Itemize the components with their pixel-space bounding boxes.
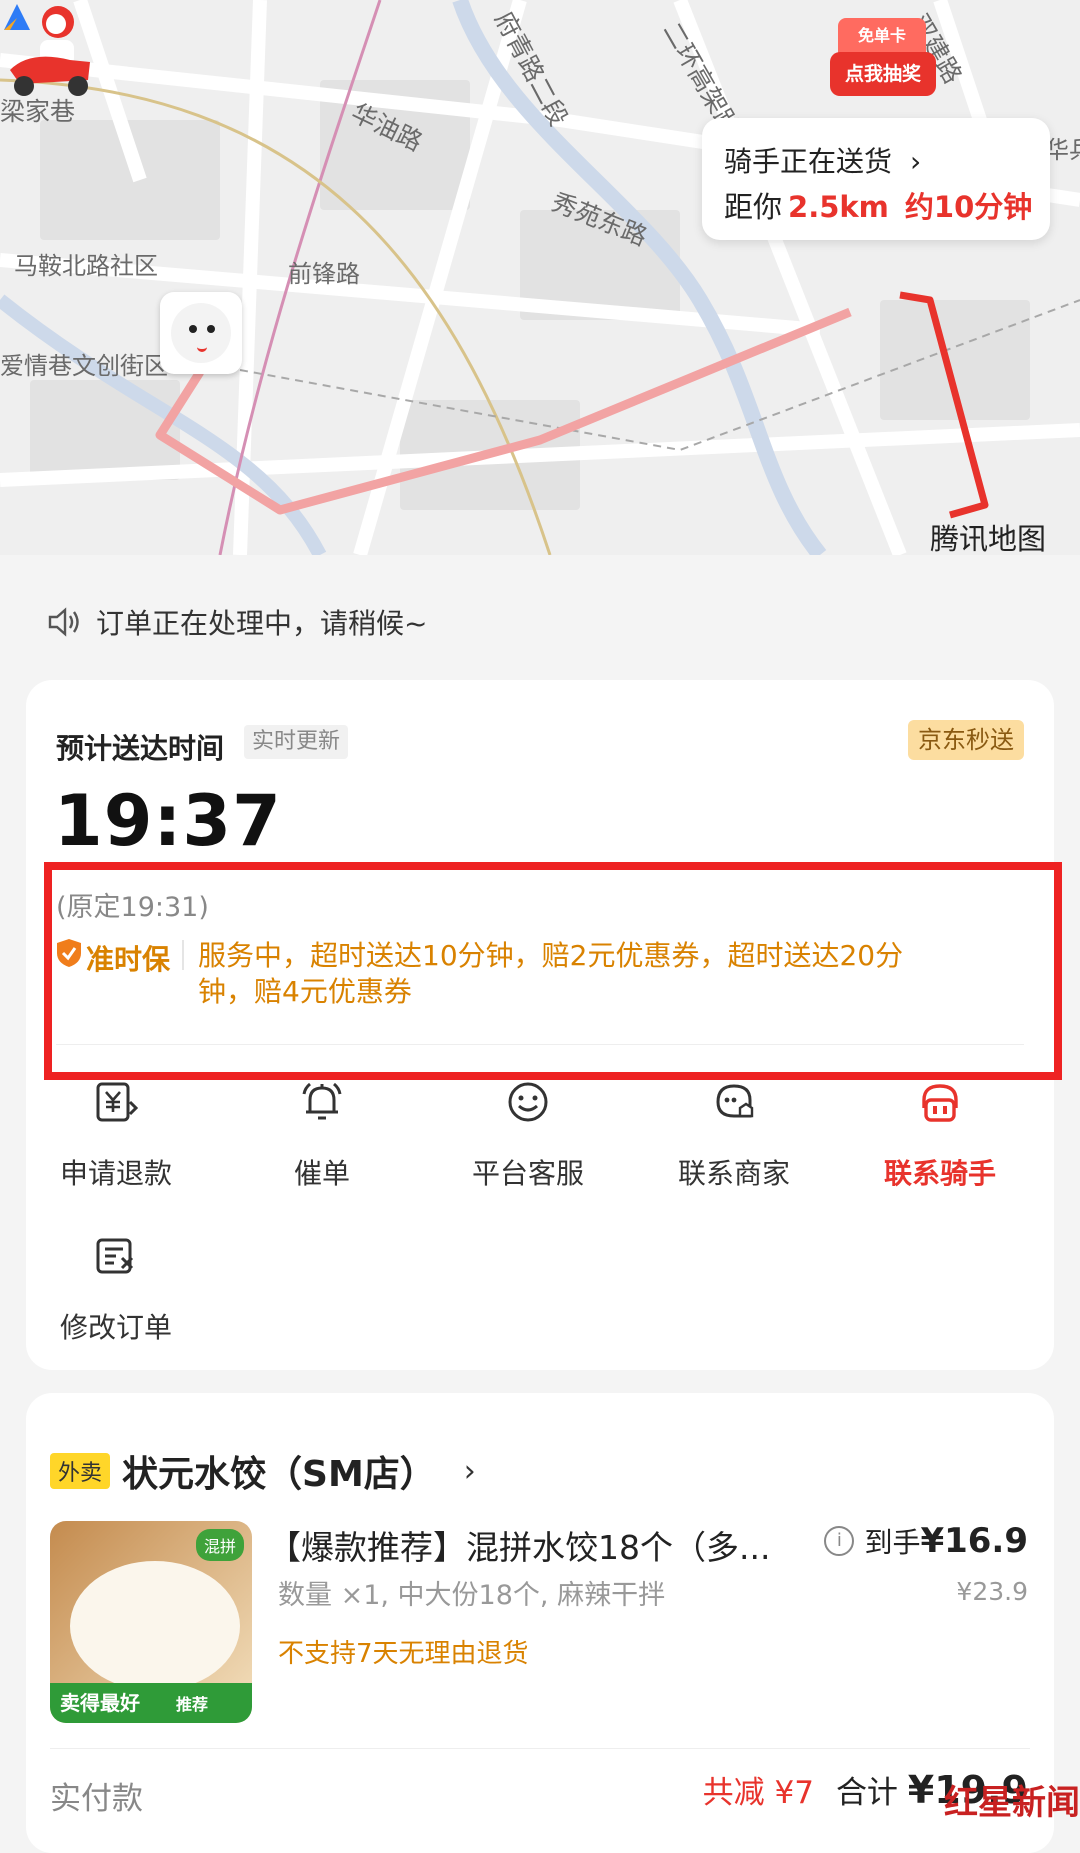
eta-time: 19:37 bbox=[54, 780, 282, 862]
bell-icon bbox=[302, 1082, 342, 1120]
refund-icon bbox=[96, 1082, 138, 1122]
refund-button[interactable]: 申请退款 bbox=[26, 1072, 206, 1192]
food-image[interactable]: 混拼 卖得最好 推荐 bbox=[50, 1521, 252, 1723]
net-price-value: ¥16.9 bbox=[920, 1521, 1028, 1561]
eta-label: 预计送达时间 bbox=[56, 732, 225, 765]
net-price[interactable]: i 到手 ¥16.9 bbox=[824, 1521, 1028, 1561]
order-item-card: 外卖 状元水饺（SM店） › 混拼 卖得最好 推荐 【爆款推荐】混拼水饺18个（多… bbox=[26, 1393, 1054, 1853]
rider-eta: 约10分钟 bbox=[904, 190, 1033, 224]
paid-label: 实付款 bbox=[50, 1781, 143, 1817]
delivery-brand-tag: 京东秒送 bbox=[908, 720, 1024, 760]
return-policy: 不支持7天无理由退货 bbox=[278, 1639, 529, 1669]
image-tag-bestseller: 卖得最好 bbox=[60, 1691, 140, 1715]
contact-rider-label: 联系骑手 bbox=[883, 1157, 996, 1190]
notice-text: 订单正在处理中，请稍候~ bbox=[96, 607, 428, 640]
edit-order-label: 修改订单 bbox=[59, 1311, 172, 1344]
destination-avatar-pin bbox=[160, 292, 242, 374]
urge-order-label: 催单 bbox=[293, 1157, 350, 1190]
free-order-coupon-button[interactable]: 免单卡 点我抽奖 bbox=[830, 18, 936, 100]
edit-order-button[interactable]: 修改订单 bbox=[26, 1226, 206, 1346]
total-label: 合计 bbox=[835, 1775, 898, 1811]
rider-distance: 2.5km bbox=[788, 190, 889, 224]
chevron-right-icon: › bbox=[463, 1453, 476, 1489]
coupon-action: 点我抽奖 bbox=[830, 52, 936, 96]
order-type-tag: 外卖 bbox=[50, 1453, 111, 1489]
edit-order-icon bbox=[96, 1238, 134, 1274]
contact-merchant-button[interactable]: 联系商家 bbox=[644, 1072, 824, 1192]
rider-icon bbox=[922, 1084, 958, 1122]
refund-label: 申请退款 bbox=[59, 1157, 172, 1190]
map-street-label: 前锋路 bbox=[288, 260, 360, 288]
food-title[interactable]: 【爆款推荐】混拼水饺18个（多... bbox=[268, 1521, 788, 1569]
original-price: ¥23.9 bbox=[956, 1577, 1028, 1606]
image-tag-mix: 混拼 bbox=[195, 1529, 244, 1561]
order-status-notice: 订单正在处理中，请稍候~ bbox=[48, 602, 427, 642]
rider-status-bubble[interactable]: 骑手正在送货 › 距你 2.5km 约10分钟 bbox=[702, 118, 1050, 240]
coupon-title: 免单卡 bbox=[838, 18, 926, 54]
service-icon bbox=[508, 1082, 548, 1122]
map-provider-label: 腾讯地图 bbox=[930, 522, 1047, 555]
info-icon[interactable]: i bbox=[824, 1526, 855, 1556]
urge-order-button[interactable]: 催单 bbox=[232, 1072, 412, 1192]
tencent-map-logo-icon bbox=[4, 4, 30, 30]
platform-service-label: 平台客服 bbox=[471, 1157, 584, 1190]
map-street-label: 马鞍北路社区 bbox=[14, 252, 158, 280]
shop-header[interactable]: 外卖 状元水饺（SM店） › bbox=[50, 1445, 476, 1497]
discount-amount: 共减 ¥7 bbox=[702, 1775, 814, 1811]
speaker-icon bbox=[48, 607, 79, 637]
chevron-right-icon: › bbox=[910, 145, 922, 178]
merchant-chat-icon bbox=[716, 1084, 754, 1118]
map-view[interactable]: 梁家巷 华油路 府青路二段 二环高架路 双建路 秀苑东路 马鞍北路社区 前锋路 … bbox=[0, 0, 1080, 555]
map-street-label: 华乒 bbox=[1045, 136, 1080, 164]
shop-name: 状元水饺（SM店） bbox=[122, 1454, 436, 1495]
platform-service-button[interactable]: 平台客服 bbox=[438, 1072, 618, 1192]
net-price-label: 到手 bbox=[864, 1526, 921, 1559]
food-spec: 数量 ×1, 中大份18个, 麻辣干拌 bbox=[278, 1580, 666, 1611]
news-watermark-logo: 红星新闻 bbox=[944, 1783, 1080, 1823]
contact-merchant-label: 联系商家 bbox=[677, 1157, 790, 1190]
realtime-tag: 实时更新 bbox=[244, 725, 349, 759]
map-street-label: 爱情巷文创街区 bbox=[0, 352, 168, 380]
highlight-annotation-box bbox=[44, 862, 1062, 1080]
contact-rider-button[interactable]: 联系骑手 bbox=[850, 1072, 1030, 1192]
image-tag-recommend: 推荐 bbox=[176, 1695, 209, 1714]
rider-status-text: 骑手正在送货 bbox=[724, 145, 893, 178]
distance-prefix: 距你 bbox=[724, 190, 783, 224]
